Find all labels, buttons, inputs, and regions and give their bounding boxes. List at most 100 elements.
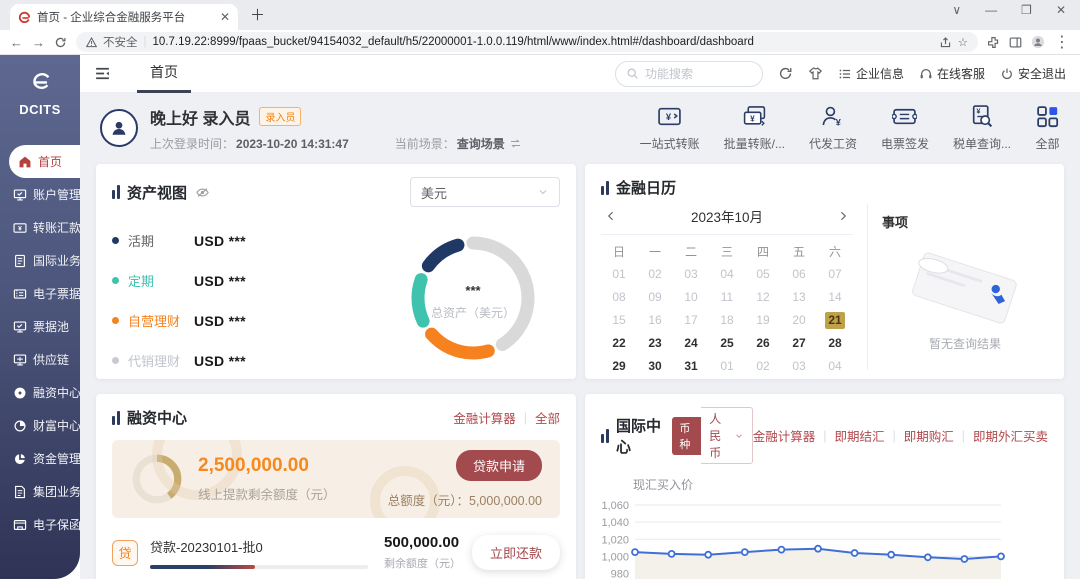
calendar-day[interactable]: 22 (601, 335, 637, 352)
calendar-day[interactable]: 14 (817, 289, 853, 306)
quick-action-税单查询...[interactable]: ¥税单查询... (953, 104, 1011, 152)
scene-switch-icon[interactable] (509, 137, 522, 150)
calendar-day[interactable]: 03 (781, 358, 817, 375)
calendar-day[interactable]: 25 (709, 335, 745, 352)
calendar-day[interactable]: 10 (673, 289, 709, 306)
sidebar-item-国际业务[interactable]: 国际业务 (0, 244, 80, 277)
quick-action-一站式转账[interactable]: ¥一站式转账 (640, 104, 700, 152)
calendar-day[interactable]: 29 (601, 358, 637, 375)
sidebar-item-融资中心[interactable]: 融资中心 (0, 376, 80, 409)
quick-action-全部[interactable]: 全部 (1035, 104, 1060, 152)
calendar-day[interactable]: 31 (673, 358, 709, 375)
calendar-day[interactable]: 28 (817, 335, 853, 352)
calendar-day[interactable]: 30 (637, 358, 673, 375)
calendar-day[interactable]: 17 (673, 312, 709, 329)
legend-item[interactable]: 自营理财USD *** (112, 311, 398, 330)
calendar-day[interactable]: 04 (817, 358, 853, 375)
calendar-day[interactable]: 18 (709, 312, 745, 329)
sidebar-item-票据池[interactable]: 票据池 (0, 310, 80, 343)
link-即期外汇买卖[interactable]: 即期外汇买卖 (973, 426, 1048, 445)
calendar-day[interactable]: 01 (601, 266, 637, 283)
repay-button[interactable]: 立即还款 (472, 535, 560, 570)
sidebar-item-集团业务[interactable]: 集团业务 (0, 475, 80, 508)
side-panel-icon[interactable] (1009, 36, 1022, 49)
legend-item[interactable]: 代销理财USD *** (112, 351, 398, 370)
loan-apply-button[interactable]: 贷款申请 (456, 450, 542, 481)
sidebar-item-资金管理[interactable]: 资金管理 (0, 442, 80, 475)
browser-menu-icon[interactable]: ⋮ (1054, 32, 1070, 52)
calendar-day[interactable]: 02 (637, 266, 673, 283)
calendar-day[interactable]: 27 (781, 335, 817, 352)
calendar-day[interactable]: 06 (781, 266, 817, 283)
extensions-icon[interactable] (987, 36, 1000, 49)
sidebar-item-首页[interactable]: 首页 (9, 145, 80, 178)
share-icon[interactable] (939, 36, 952, 49)
calendar-day[interactable]: 05 (745, 266, 781, 283)
calendar-day[interactable]: 04 (709, 266, 745, 283)
quick-action-代发工资[interactable]: ¥代发工资 (809, 104, 857, 152)
avatar[interactable] (100, 109, 138, 147)
eye-off-icon[interactable] (195, 185, 210, 200)
function-search[interactable] (615, 61, 763, 87)
legend-item[interactable]: 定期USD *** (112, 271, 398, 290)
calendar-day[interactable]: 03 (673, 266, 709, 283)
menu-enterprise-info[interactable]: 企业信息 (838, 65, 904, 82)
refresh-icon[interactable] (778, 66, 793, 81)
window-maximize-icon[interactable]: ❒ (1021, 3, 1032, 17)
sidebar-item-账户管理[interactable]: 账户管理 (0, 178, 80, 211)
window-chevron-icon[interactable]: ∨ (952, 3, 961, 17)
legend-item[interactable]: 活期USD *** (112, 231, 398, 250)
link-即期结汇[interactable]: 即期结汇 (834, 426, 884, 445)
calendar-prev-icon[interactable] (605, 210, 617, 222)
window-minimize-icon[interactable]: — (985, 3, 997, 17)
calendar-day[interactable]: 01 (709, 358, 745, 375)
empty-state: 暂无查询结果 (882, 231, 1048, 370)
calendar-day[interactable]: 20 (781, 312, 817, 329)
link-金融计算器[interactable]: 金融计算器 (453, 408, 516, 427)
tab-home[interactable]: 首页 (137, 55, 191, 93)
menu-online-service[interactable]: 在线客服 (919, 65, 985, 82)
window-close-icon[interactable]: ✕ (1056, 3, 1066, 17)
sidebar-item-供应链[interactable]: 供应链 (0, 343, 80, 376)
sidebar-item-转账汇款[interactable]: ¥转账汇款 (0, 211, 80, 244)
quick-action-批量转账/...[interactable]: ¥批量转账/... (724, 104, 785, 152)
menu-safe-logout[interactable]: 安全退出 (1000, 65, 1066, 82)
calendar-next-icon[interactable] (837, 210, 849, 222)
sidebar-item-电子票据[interactable]: 电子票据 (0, 277, 80, 310)
calendar-day[interactable]: 24 (673, 335, 709, 352)
calendar-day[interactable]: 07 (817, 266, 853, 283)
link-全部[interactable]: 全部 (535, 408, 560, 427)
search-input[interactable] (645, 67, 752, 81)
calendar-day[interactable]: 11 (709, 289, 745, 306)
reload-icon[interactable] (54, 36, 67, 49)
browser-tab[interactable]: 首页 - 企业综合金融服务平台 ✕ (10, 4, 238, 30)
quick-action-电票签发[interactable]: 电票签发 (881, 104, 929, 152)
calendar-day[interactable]: 13 (781, 289, 817, 306)
address-bar[interactable]: 不安全 | 10.7.19.22:8999/fpaas_bucket/94154… (76, 32, 978, 52)
link-即期购汇[interactable]: 即期购汇 (904, 426, 954, 445)
calendar-day[interactable]: 21 (825, 312, 845, 329)
calendar-day[interactable]: 15 (601, 312, 637, 329)
fx-chart-series-label: 现汇买入价 (633, 476, 1048, 493)
new-tab-button[interactable]: ＋ (250, 4, 265, 25)
calendar-day[interactable]: 08 (601, 289, 637, 306)
calendar-day[interactable]: 02 (745, 358, 781, 375)
tab-close-icon[interactable]: ✕ (220, 10, 230, 24)
forward-icon[interactable]: → (32, 36, 45, 49)
theme-icon[interactable] (808, 66, 823, 81)
link-金融计算器[interactable]: 金融计算器 (753, 426, 816, 445)
collapse-menu-icon[interactable] (94, 65, 111, 82)
currency-select[interactable]: 美元 (410, 177, 560, 207)
sidebar-item-财富中心[interactable]: 财富中心 (0, 409, 80, 442)
back-icon[interactable]: ← (10, 36, 23, 49)
bookmark-star-icon[interactable]: ☆ (958, 35, 968, 49)
calendar-day[interactable]: 26 (745, 335, 781, 352)
calendar-day[interactable]: 19 (745, 312, 781, 329)
profile-avatar-icon[interactable] (1031, 35, 1045, 49)
currency-tag-select[interactable]: 人民币 (701, 407, 752, 464)
calendar-day[interactable]: 23 (637, 335, 673, 352)
calendar-day[interactable]: 16 (637, 312, 673, 329)
calendar-day[interactable]: 09 (637, 289, 673, 306)
calendar-day[interactable]: 12 (745, 289, 781, 306)
sidebar-item-电子保函[interactable]: 电子保函 (0, 508, 80, 541)
